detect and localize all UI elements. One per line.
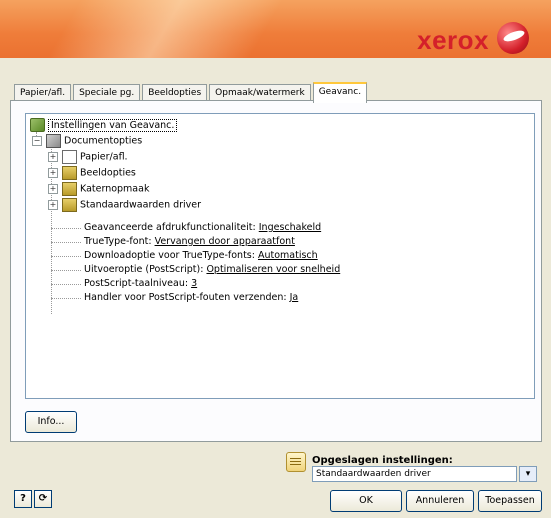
expand-icon[interactable]: + bbox=[48, 184, 58, 194]
collapse-icon[interactable]: − bbox=[32, 136, 42, 146]
tab-layout-watermark[interactable]: Opmaak/watermerk bbox=[209, 84, 311, 101]
setting-value[interactable]: Ingeschakeld bbox=[259, 222, 321, 233]
folder-icon bbox=[62, 182, 77, 196]
cancel-button[interactable]: Annuleren bbox=[406, 490, 474, 512]
help-button[interactable]: ? bbox=[14, 490, 32, 508]
tree-connector bbox=[51, 228, 81, 229]
info-button[interactable]: Info... bbox=[25, 411, 77, 433]
saved-settings-icon bbox=[286, 452, 306, 472]
tree-node-label: Documentopties bbox=[64, 135, 143, 147]
setting-output-option[interactable]: Uitvoeroptie (PostScript): Optimaliseren… bbox=[84, 263, 340, 277]
expand-icon[interactable]: + bbox=[48, 200, 58, 210]
setting-label: Downloadoptie voor TrueType-fonts: bbox=[84, 250, 255, 261]
setting-value[interactable]: Vervangen door apparaatfont bbox=[155, 236, 295, 247]
tab-advanced[interactable]: Geavanc. bbox=[312, 82, 368, 103]
setting-value[interactable]: Automatisch bbox=[258, 250, 318, 261]
tree-node-paper-output[interactable]: + Papier/afl. bbox=[48, 150, 128, 164]
tree-connector bbox=[51, 298, 81, 299]
folder-icon bbox=[62, 166, 77, 180]
setting-label: PostScript-taalniveau: bbox=[84, 278, 189, 289]
setting-postscript-level[interactable]: PostScript-taalniveau: 3 bbox=[84, 277, 197, 291]
setting-advanced-printing[interactable]: Geavanceerde afdrukfunctionaliteit: Inge… bbox=[84, 221, 321, 235]
tree-node-label: Katernopmaak bbox=[80, 183, 150, 195]
advanced-panel: Instellingen van Geavanc. − Documentoptie… bbox=[10, 100, 542, 442]
apply-button[interactable]: Toepassen bbox=[478, 490, 542, 512]
tab-image-options[interactable]: Beeldopties bbox=[142, 84, 208, 101]
tree-node-driver-defaults[interactable]: + Standaardwaarden driver bbox=[48, 198, 201, 212]
folder-icon bbox=[62, 198, 77, 212]
brand-logo-icon bbox=[497, 22, 529, 54]
setting-postscript-error-handler[interactable]: Handler voor PostScript-fouten verzenden… bbox=[84, 291, 298, 305]
tree-node-image-options[interactable]: + Beeldopties bbox=[48, 166, 136, 180]
tree-node-label: Beeldopties bbox=[80, 167, 136, 179]
paper-icon bbox=[62, 150, 77, 164]
tree-node-label: Standaardwaarden driver bbox=[80, 199, 202, 211]
setting-truetype-download[interactable]: Downloadoptie voor TrueType-fonts: Autom… bbox=[84, 249, 318, 263]
setting-label: Uitvoeroptie (PostScript): bbox=[84, 264, 204, 275]
tab-special-pages[interactable]: Speciale pg. bbox=[73, 84, 141, 101]
document-options-icon bbox=[46, 134, 61, 148]
setting-label: Handler voor PostScript-fouten verzenden… bbox=[84, 292, 287, 303]
tree-connector bbox=[51, 256, 81, 257]
setting-value[interactable]: Optimaliseren voor snelheid bbox=[206, 264, 340, 275]
tree-connector bbox=[51, 270, 81, 271]
expand-icon[interactable]: + bbox=[48, 168, 58, 178]
tree-root-label: Instellingen van Geavanc. bbox=[48, 118, 178, 132]
saved-settings-select[interactable]: Standaardwaarden driver bbox=[312, 466, 517, 482]
reset-icon[interactable]: ⟳ bbox=[34, 490, 52, 508]
expand-icon[interactable]: + bbox=[48, 152, 58, 162]
setting-truetype-font[interactable]: TrueType-font: Vervangen door apparaatfo… bbox=[84, 235, 295, 249]
settings-tree[interactable]: Instellingen van Geavanc. − Documentoptie… bbox=[25, 113, 535, 399]
tree-connector bbox=[51, 242, 81, 243]
tree-node-booklet[interactable]: + Katernopmaak bbox=[48, 182, 149, 196]
settings-icon bbox=[30, 118, 45, 132]
saved-settings-label: Opgeslagen instellingen: bbox=[312, 455, 453, 466]
tab-bar: Papier/afl. Speciale pg. Beeldopties Opm… bbox=[14, 82, 369, 103]
brand-logo-text: xerox bbox=[417, 25, 489, 55]
banner-base bbox=[0, 58, 551, 75]
setting-value[interactable]: Ja bbox=[290, 292, 299, 303]
setting-label: TrueType-font: bbox=[84, 236, 152, 247]
chevron-down-icon[interactable]: ▾ bbox=[519, 466, 537, 482]
tab-paper-output[interactable]: Papier/afl. bbox=[14, 84, 72, 101]
setting-label: Geavanceerde afdrukfunctionaliteit: bbox=[84, 222, 256, 233]
header-banner: xerox bbox=[0, 0, 551, 75]
setting-value[interactable]: 3 bbox=[191, 278, 197, 289]
tree-root-node[interactable]: Instellingen van Geavanc. bbox=[30, 118, 178, 132]
tree-connector bbox=[51, 284, 81, 285]
ok-button[interactable]: OK bbox=[330, 490, 402, 512]
tree-node-label: Papier/afl. bbox=[80, 151, 128, 163]
tree-node-document-options[interactable]: − Documentopties bbox=[32, 134, 142, 148]
